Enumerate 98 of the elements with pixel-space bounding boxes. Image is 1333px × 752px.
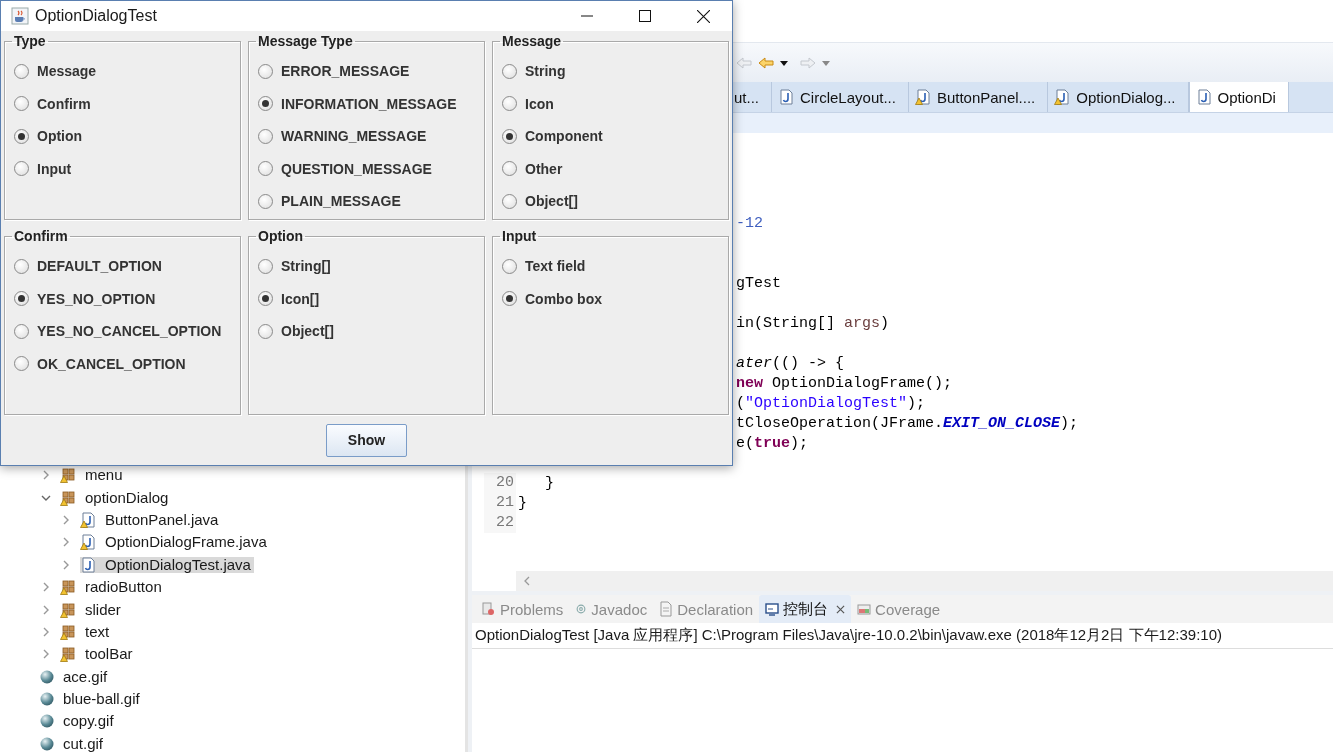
radio-option[interactable]: YES_NO_OPTION bbox=[14, 282, 234, 315]
monitor-icon bbox=[765, 601, 780, 617]
editor-tab[interactable]: ButtonPanel.... bbox=[908, 82, 1049, 112]
line-number: 20 bbox=[484, 473, 516, 493]
group-title: Confirm bbox=[13, 228, 69, 244]
editor-tab[interactable]: CircleLayout... bbox=[772, 82, 909, 112]
tree-item[interactable]: text bbox=[82, 623, 113, 640]
tree-item[interactable]: ace.gif bbox=[60, 668, 111, 685]
radio-circle[interactable] bbox=[14, 323, 29, 339]
group-title: Input bbox=[501, 228, 538, 244]
code-line: gTest bbox=[736, 274, 781, 292]
code-line: new OptionDialogFrame(); bbox=[736, 374, 953, 392]
radio-option[interactable]: Object[] bbox=[502, 185, 722, 218]
radio-option[interactable]: WARNING_MESSAGE bbox=[258, 120, 478, 153]
sphere-icon bbox=[40, 669, 54, 684]
radio-option[interactable]: DEFAULT_OPTION bbox=[14, 250, 234, 283]
radio-circle[interactable] bbox=[502, 258, 517, 274]
radio-option[interactable]: ERROR_MESSAGE bbox=[258, 55, 478, 88]
maximize-icon[interactable] bbox=[639, 10, 651, 22]
code-line: -12 bbox=[736, 214, 763, 232]
sphere-icon bbox=[40, 714, 54, 729]
radio-option[interactable]: Confirm bbox=[14, 87, 234, 120]
radio-circle[interactable] bbox=[258, 161, 273, 177]
line-number: 21 bbox=[484, 493, 516, 513]
code-line: e(true); bbox=[736, 434, 809, 452]
radio-option[interactable]: Component bbox=[502, 120, 722, 153]
document-icon bbox=[659, 601, 674, 617]
show-button[interactable]: Show bbox=[326, 423, 407, 457]
radio-option[interactable]: Text field bbox=[502, 250, 722, 283]
scroll-left-icon[interactable] bbox=[522, 576, 532, 586]
radio-circle[interactable] bbox=[258, 63, 273, 79]
tree-item[interactable]: optionDialog bbox=[82, 489, 172, 506]
editor-tab[interactable]: OptionDialog... bbox=[1048, 82, 1189, 112]
group-title: Type bbox=[13, 33, 47, 49]
sphere-icon bbox=[40, 736, 54, 751]
radio-circle[interactable] bbox=[14, 128, 29, 144]
tree-item[interactable]: menu bbox=[82, 467, 126, 484]
radio-option[interactable]: QUESTION_MESSAGE bbox=[258, 152, 478, 185]
group-title: Message bbox=[501, 33, 563, 49]
radio-option[interactable]: Input bbox=[14, 152, 234, 185]
radio-option[interactable]: Option bbox=[14, 120, 234, 153]
radio-circle[interactable] bbox=[14, 356, 29, 372]
radio-circle[interactable] bbox=[502, 193, 517, 209]
window-title: OptionDialogTest bbox=[35, 7, 158, 25]
radio-circle[interactable] bbox=[502, 96, 517, 112]
code-line: } bbox=[544, 474, 554, 492]
tree-item[interactable]: cut.gif bbox=[60, 735, 107, 752]
radio-circle[interactable] bbox=[14, 258, 29, 274]
tree-item[interactable]: ButtonPanel.java bbox=[102, 511, 222, 528]
radio-circle[interactable] bbox=[502, 161, 517, 177]
radio-circle[interactable] bbox=[14, 96, 29, 112]
radio-option[interactable]: PLAIN_MESSAGE bbox=[258, 185, 478, 218]
radio-circle[interactable] bbox=[258, 96, 273, 112]
radio-circle[interactable] bbox=[258, 193, 273, 209]
radio-circle[interactable] bbox=[258, 128, 273, 144]
radio-option[interactable]: YES_NO_CANCEL_OPTION bbox=[14, 315, 234, 348]
radio-option[interactable]: OK_CANCEL_OPTION bbox=[14, 347, 234, 380]
tree-item[interactable]: copy.gif bbox=[60, 713, 117, 730]
radio-circle[interactable] bbox=[258, 323, 273, 339]
radio-circle[interactable] bbox=[258, 291, 273, 307]
radio-circle[interactable] bbox=[502, 291, 517, 307]
radio-option[interactable]: Icon bbox=[502, 87, 722, 120]
radio-option[interactable]: Other bbox=[502, 152, 722, 185]
tree-item[interactable]: blue-ball.gif bbox=[60, 691, 143, 708]
tree-item[interactable]: OptionDialogFrame.java bbox=[102, 534, 270, 551]
radio-option[interactable]: String bbox=[502, 55, 722, 88]
close-icon[interactable] bbox=[696, 9, 710, 23]
sphere-icon bbox=[40, 692, 54, 707]
radio-option[interactable]: String[] bbox=[258, 250, 478, 283]
radio-option[interactable]: Combo box bbox=[502, 282, 722, 315]
radio-circle[interactable] bbox=[502, 63, 517, 79]
code-line: } bbox=[518, 494, 527, 512]
console-output: OptionDialogTest [Java 应用程序] C:\Program Files\Java\jre-10.0.2\bin\javaw.exe (2018年12月2日 下午12:39:10) bbox=[472, 623, 1333, 649]
radio-option[interactable]: Message bbox=[14, 55, 234, 88]
code-line: tCloseOperation(JFrame.EXIT_ON_CLOSE); bbox=[736, 414, 1079, 432]
group-title: Option bbox=[257, 228, 305, 244]
view-tab[interactable]: 控制台 bbox=[759, 595, 852, 623]
code-line: in(String[] args) bbox=[736, 314, 890, 332]
radio-circle[interactable] bbox=[14, 63, 29, 79]
radio-circle[interactable] bbox=[502, 128, 517, 144]
editor-tab[interactable]: OptionDi bbox=[1188, 82, 1289, 112]
tree-item[interactable]: toolBar bbox=[82, 646, 136, 663]
group-title: Message Type bbox=[257, 33, 354, 49]
line-number: 22 bbox=[484, 513, 516, 533]
radio-option[interactable]: INFORMATION_MESSAGE bbox=[258, 87, 478, 120]
radio-option[interactable]: Object[] bbox=[258, 315, 478, 348]
tree-item[interactable]: radioButton bbox=[82, 579, 165, 596]
coverage-icon bbox=[857, 601, 872, 617]
horizontal-scrollbar[interactable] bbox=[516, 571, 1333, 591]
radio-option[interactable]: Icon[] bbox=[258, 282, 478, 315]
coffee-cup-icon bbox=[11, 7, 29, 25]
code-line: ater(() -> { bbox=[736, 354, 845, 372]
tree-item[interactable]: slider bbox=[82, 601, 124, 618]
radio-circle[interactable] bbox=[14, 161, 29, 177]
radio-circle[interactable] bbox=[258, 258, 273, 274]
code-line: ("OptionDialogTest"); bbox=[736, 394, 926, 412]
problems-icon bbox=[482, 601, 496, 617]
radio-circle[interactable] bbox=[14, 291, 29, 307]
